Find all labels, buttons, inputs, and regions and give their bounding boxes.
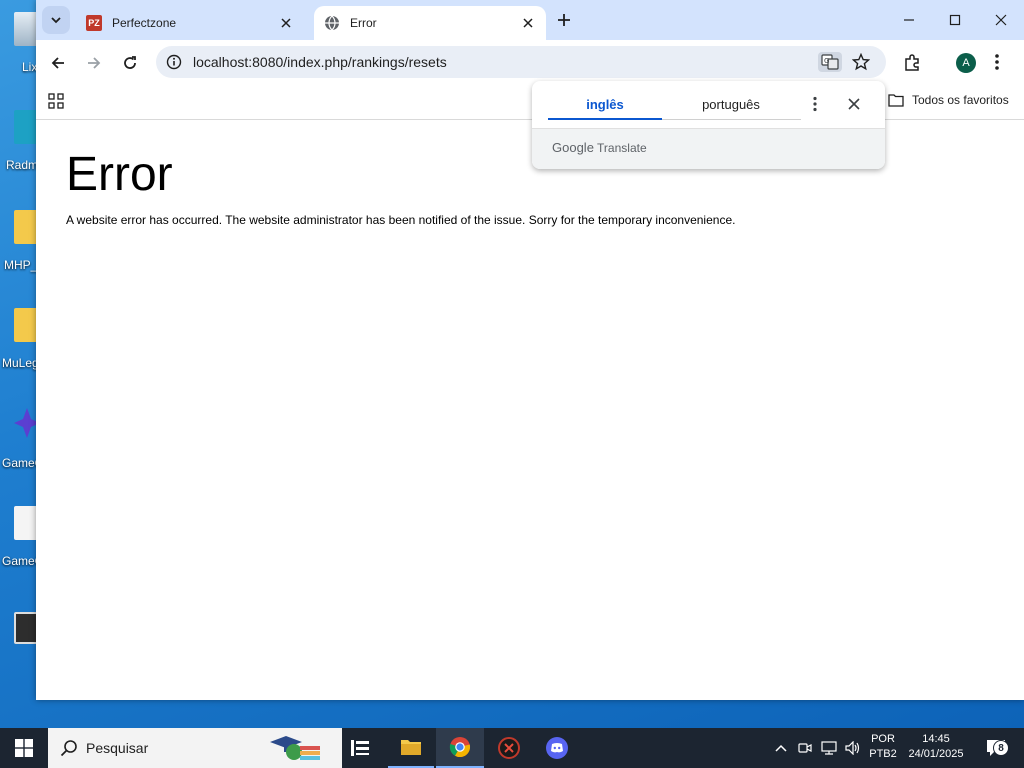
svg-text:G: G (824, 57, 829, 65)
taskbar-search-box[interactable]: Pesquisar (48, 728, 342, 768)
browser-toolbar: localhost:8080/index.php/rankings/resets… (36, 40, 1024, 86)
maximize-button[interactable] (932, 0, 978, 40)
start-button[interactable] (0, 728, 48, 768)
task-view-icon (351, 740, 369, 756)
game-launcher-button[interactable] (486, 728, 532, 768)
meet-now-button[interactable] (794, 728, 816, 768)
more-vertical-icon[interactable] (994, 53, 1000, 71)
translate-page-button[interactable]: G (818, 52, 842, 72)
notification-count-badge: 8 (993, 740, 1009, 756)
chrome-icon (449, 737, 471, 758)
tab-title: Error (350, 16, 377, 30)
close-icon (281, 18, 291, 28)
taskbar: Pesquisar POR PTB2 14:45 24/01/2025 8 (0, 728, 1024, 768)
search-highlight-books-icon (270, 736, 320, 760)
forward-button[interactable] (82, 51, 106, 75)
chevron-down-icon (51, 17, 61, 24)
windows-logo-icon (15, 739, 33, 757)
minimize-button[interactable] (886, 0, 932, 40)
close-icon[interactable] (846, 96, 862, 112)
network-button[interactable] (818, 728, 840, 768)
back-button[interactable] (46, 51, 70, 75)
tab-close-button[interactable] (520, 15, 536, 31)
chevron-up-icon (775, 744, 787, 752)
tab-divider (662, 119, 801, 120)
reload-button[interactable] (118, 51, 142, 75)
profile-avatar[interactable]: A (956, 53, 976, 73)
bookmark-star-icon[interactable] (852, 53, 870, 71)
discord-icon (546, 737, 568, 759)
clock[interactable]: 14:45 24/01/2025 (902, 733, 970, 760)
close-icon (995, 14, 1007, 26)
translate-icon: G (821, 54, 839, 70)
file-explorer-icon (401, 740, 421, 755)
google-translate-logo: Google Translate (552, 140, 647, 155)
more-vertical-icon[interactable] (812, 96, 818, 112)
page-content: Error A website error has occurred. The … (36, 121, 1024, 700)
address-bar[interactable]: localhost:8080/index.php/rankings/resets… (156, 46, 886, 78)
arrow-left-icon (51, 57, 64, 69)
tab-target-language[interactable]: português (674, 97, 788, 112)
apps-grid-icon[interactable] (48, 93, 64, 109)
tab-perfectzone[interactable]: PZ Perfectzone (76, 6, 304, 40)
globe-icon (325, 15, 339, 31)
page-title: Error (66, 148, 173, 201)
folder-icon (888, 94, 904, 107)
error-message: A website error has occurred. The websit… (66, 213, 736, 227)
search-placeholder: Pesquisar (86, 740, 149, 756)
discord-button[interactable] (534, 728, 580, 768)
network-icon (821, 741, 837, 755)
input-language-indicator[interactable]: POR PTB2 (866, 733, 900, 760)
close-window-button[interactable] (978, 0, 1024, 40)
plus-icon (558, 14, 570, 26)
maximize-icon (949, 14, 961, 26)
speaker-icon (845, 741, 860, 755)
minimize-icon (904, 19, 914, 21)
selected-tab-indicator (548, 118, 662, 120)
chrome-taskbar-button[interactable] (436, 728, 484, 768)
tab-close-button[interactable] (278, 15, 294, 31)
tab-error[interactable]: Error (314, 6, 546, 40)
perfectzone-favicon-icon: PZ (86, 15, 102, 31)
volume-button[interactable] (842, 728, 864, 768)
info-icon[interactable] (166, 54, 182, 70)
arrow-right-icon (88, 57, 101, 69)
reload-icon (124, 56, 136, 69)
translate-footer: Google Translate (532, 128, 885, 169)
all-bookmarks-label: Todos os favoritos (912, 93, 1009, 107)
task-view-button[interactable] (338, 728, 382, 768)
all-bookmarks-button[interactable]: Todos os favoritos (888, 93, 1009, 107)
game-launcher-icon (498, 737, 520, 759)
file-explorer-button[interactable] (388, 728, 434, 768)
notification-center-button[interactable]: 8 (976, 728, 1016, 768)
translate-popup: inglês português Google Translate (532, 81, 885, 169)
tab-title: Perfectzone (112, 16, 177, 30)
extensions-puzzle-icon[interactable] (902, 53, 922, 73)
close-icon (523, 18, 533, 28)
tab-source-language[interactable]: inglês (548, 97, 662, 112)
new-tab-button[interactable] (554, 10, 574, 30)
url-text[interactable]: localhost:8080/index.php/rankings/resets (193, 54, 447, 70)
camera-icon (798, 743, 812, 753)
tab-search-button[interactable] (42, 6, 70, 34)
show-hidden-icons-button[interactable] (770, 728, 792, 768)
search-icon (60, 740, 77, 757)
tab-strip: PZ Perfectzone Error (36, 0, 1024, 40)
